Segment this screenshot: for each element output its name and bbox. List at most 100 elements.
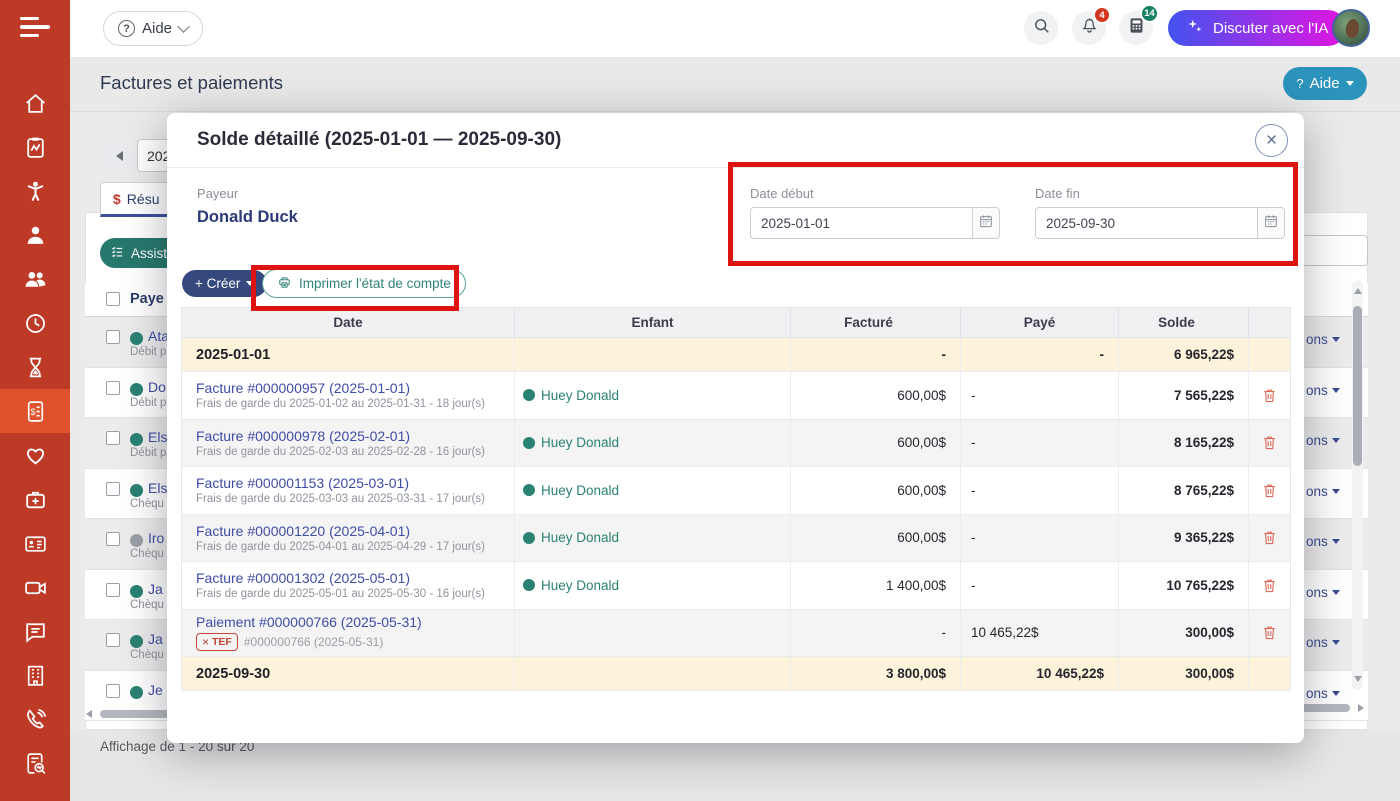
date-start-calendar-button[interactable] [972, 207, 1000, 239]
vertical-scrollbar[interactable] [1352, 280, 1363, 690]
facture-period: Frais de garde du 2025-02-03 au 2025-02-… [196, 446, 485, 458]
delete-button[interactable] [1261, 529, 1278, 546]
help-dropdown-button[interactable]: ? Aide [103, 11, 203, 46]
print-statement-label: Imprimer l'état de compte [299, 276, 451, 291]
child-link[interactable]: Huey Donald [541, 578, 619, 593]
child-link[interactable]: Huey Donald [541, 388, 619, 403]
facture-link[interactable]: Facture #000000978 (2025-02-01) [196, 428, 410, 444]
payer-dot-icon [130, 585, 143, 598]
sidebar-item-first-aid-kit[interactable] [0, 477, 70, 521]
modal-title: Solde détaillé (2025-01-01 — 2025-09-30) [197, 129, 561, 151]
delete-button[interactable] [1261, 387, 1278, 404]
row-actions-button[interactable]: ons [1306, 585, 1340, 600]
user-avatar[interactable] [1332, 9, 1370, 47]
previous-year-button[interactable] [103, 140, 135, 172]
row-actions-button[interactable]: ons [1306, 534, 1340, 549]
child-dot-icon [523, 579, 535, 591]
payer-name-link[interactable]: Iro [148, 530, 164, 546]
print-statement-button[interactable]: Imprimer l'état de compte [262, 269, 466, 298]
search-button[interactable] [1024, 11, 1058, 45]
delete-button[interactable] [1261, 577, 1278, 594]
facture-link[interactable]: Facture #000001153 (2025-03-01) [196, 475, 409, 491]
sidebar-item-report-search[interactable] [0, 741, 70, 785]
help-label: Aide [142, 20, 172, 37]
row-checkbox[interactable] [106, 532, 120, 546]
row-actions-button[interactable]: ons [1306, 383, 1340, 398]
row-checkbox[interactable] [106, 583, 120, 597]
child-link[interactable]: Huey Donald [541, 435, 619, 450]
row-actions-button[interactable]: ons [1306, 332, 1340, 347]
report-search-icon [23, 751, 48, 776]
row-checkbox[interactable] [106, 381, 120, 395]
column-header: Date [182, 308, 515, 337]
sidebar-item-invoice[interactable]: $ [0, 389, 70, 433]
sidebar-item-chat[interactable] [0, 609, 70, 653]
payer-name-link[interactable]: Ata [148, 328, 169, 344]
sidebar-item-id-card[interactable] [0, 521, 70, 565]
payment-method-label: Débit p [130, 397, 166, 409]
scroll-down-icon[interactable] [1354, 676, 1362, 682]
sidebar-item-hourglass[interactable] [0, 345, 70, 389]
create-button-label: + Créer [195, 276, 240, 291]
row-actions-label: ons [1306, 332, 1328, 347]
chat-ai-button[interactable]: Discuter avec l'IA [1168, 10, 1346, 46]
close-button[interactable]: × [1255, 124, 1288, 157]
facture-link[interactable]: Facture #000001220 (2025-04-01) [196, 523, 410, 539]
date-end-calendar-button[interactable] [1257, 207, 1285, 239]
sidebar-item-video-camera[interactable] [0, 565, 70, 609]
scroll-right-icon[interactable] [1358, 704, 1364, 712]
row-actions-button[interactable]: ons [1306, 484, 1340, 499]
delete-button[interactable] [1261, 624, 1278, 641]
row-checkbox[interactable] [106, 330, 120, 344]
select-all-checkbox[interactable] [106, 292, 120, 306]
sidebar-item-home[interactable] [0, 81, 70, 125]
row-actions-label: ons [1306, 534, 1328, 549]
child-link[interactable]: Huey Donald [541, 483, 619, 498]
payer-name-link[interactable]: Ja [148, 631, 163, 647]
sidebar-item-building[interactable] [0, 653, 70, 697]
row-checkbox[interactable] [106, 482, 120, 496]
sidebar-item-phone[interactable] [0, 697, 70, 741]
sidebar-item-heart[interactable] [0, 433, 70, 477]
create-button[interactable]: + Créer [182, 270, 267, 297]
sidebar-item-clock[interactable] [0, 301, 70, 345]
payment-method-label: Chèqu [130, 649, 164, 661]
row-checkbox[interactable] [106, 633, 120, 647]
modal-header: Solde détaillé (2025-01-01 — 2025-09-30) [167, 113, 1304, 168]
row-actions-button[interactable]: ons [1306, 635, 1340, 650]
sidebar: $ [0, 0, 70, 801]
horizontal-scrollbar-thumb-left[interactable] [100, 710, 170, 718]
sidebar-item-clipboard-chart[interactable] [0, 125, 70, 169]
row-checkbox[interactable] [106, 684, 120, 698]
row-actions-button[interactable]: ons [1306, 686, 1340, 701]
delete-button[interactable] [1261, 482, 1278, 499]
balance-date: 2025-09-30 [196, 666, 270, 682]
calendar-events-button[interactable]: 14 [1119, 11, 1153, 45]
sidebar-item-person[interactable] [0, 213, 70, 257]
payer-name-link[interactable]: Ja [148, 581, 163, 597]
facture-link[interactable]: Facture #000000957 (2025-01-01) [196, 380, 410, 396]
page-help-button[interactable]: ? Aide [1283, 67, 1367, 100]
payer-name-link[interactable]: Je [148, 682, 163, 698]
paiement-link[interactable]: Paiement #000000766 (2025-05-31) [196, 614, 422, 630]
child-link[interactable]: Huey Donald [541, 530, 619, 545]
actions-cell [1249, 420, 1290, 467]
date-start-input[interactable] [750, 207, 972, 239]
vertical-scrollbar-thumb[interactable] [1353, 306, 1362, 466]
payer-name-link[interactable]: Els [148, 429, 167, 445]
actions-cell [1249, 372, 1290, 419]
date-end-input[interactable] [1035, 207, 1257, 239]
scroll-up-icon[interactable] [1354, 288, 1362, 294]
row-actions-button[interactable]: ons [1306, 433, 1340, 448]
delete-button[interactable] [1261, 434, 1278, 451]
menu-button[interactable] [20, 17, 50, 42]
facture-link[interactable]: Facture #000001302 (2025-05-01) [196, 570, 410, 586]
payer-name-link[interactable]: Els [148, 480, 167, 496]
payer-name-link[interactable]: Do [148, 379, 166, 395]
row-checkbox[interactable] [106, 431, 120, 445]
date-cell: Paiement #000000766 (2025-05-31)×TEF#000… [182, 610, 515, 657]
notifications-button[interactable]: 4 [1072, 11, 1106, 45]
scroll-left-icon[interactable] [86, 710, 92, 718]
sidebar-item-people[interactable] [0, 257, 70, 301]
sidebar-item-child[interactable] [0, 169, 70, 213]
